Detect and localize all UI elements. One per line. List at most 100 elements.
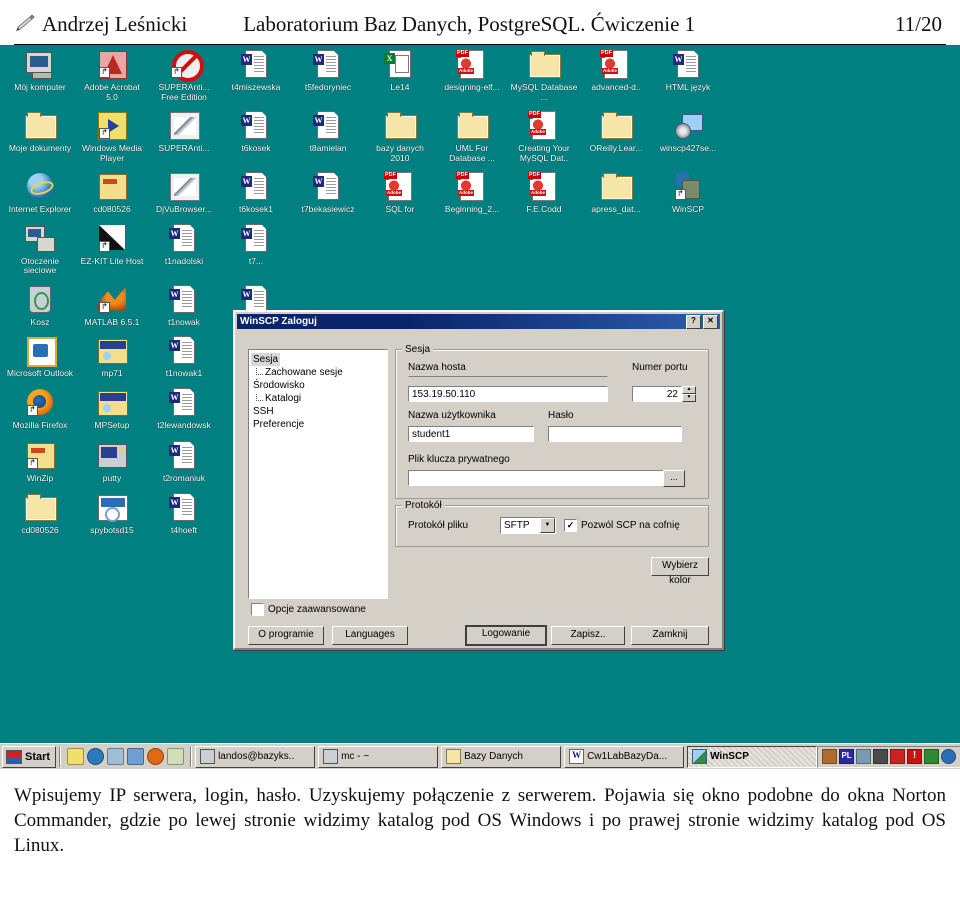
save-button[interactable]: Zapisz.. (551, 626, 625, 645)
desktop-icon-kosz[interactable]: Kosz (6, 284, 74, 328)
desktop-icon-t8amielan[interactable]: Wt8amielan (294, 110, 362, 163)
desktop-icon-m-j-komputer[interactable]: Mój komputer (6, 49, 74, 102)
advanced-options-checkbox[interactable]: Opcje zaawansowane (251, 603, 366, 616)
desktop-icon-designing-elf[interactable]: PDF Adobe designing-elf... (438, 49, 506, 102)
tree-item[interactable]: Katalogi (251, 392, 385, 405)
taskbar-button[interactable]: mc - ~ (318, 745, 439, 768)
desktop-icon-t4miszewska[interactable]: Wt4miszewska (222, 49, 290, 102)
allow-scp-checkbox[interactable]: ✓ Pozwól SCP na cofnię (564, 519, 680, 532)
desktop-icon-t4hoeft[interactable]: Wt4hoeft (150, 492, 218, 545)
allow-scp-checkbox-box[interactable]: ✓ (564, 519, 577, 532)
taskbar-button[interactable]: landos@bazyks.. (195, 745, 316, 768)
desktop-icon-mysql-database[interactable]: MySQL Database ... (510, 49, 578, 102)
antivirus-shield-icon[interactable] (941, 749, 957, 764)
media-player-icon[interactable] (67, 748, 85, 765)
desktop-icon-djvubrowser[interactable]: DjVuBrowser... (150, 171, 218, 215)
desktop-icon-adobe-acrobat-5-0[interactable]: ↱ Adobe Acrobat 5.0 (78, 49, 146, 102)
desktop-icon-oreilly-lear[interactable]: OReilly.Lear... (582, 110, 650, 163)
help-button[interactable]: ? (686, 314, 701, 329)
desktop-icon-t6kosek[interactable]: Wt6kosek (222, 110, 290, 163)
desktop-icon-t1nadolski[interactable]: Wt1nadolski (150, 223, 218, 276)
outlook-express-icon[interactable] (127, 748, 145, 765)
desktop-icon-mpsetup[interactable]: MPSetup (78, 387, 146, 431)
about-button[interactable]: O programie (248, 626, 324, 645)
desktop-icon-f-e-codd[interactable]: PDF Adobe F.E.Codd (510, 171, 578, 215)
desktop-icon-winzip[interactable]: ↱ WinZip (6, 440, 74, 484)
username-input[interactable]: student1 (408, 426, 534, 442)
show-desktop-icon[interactable] (107, 748, 125, 765)
host-input[interactable]: 153.19.50.110 (408, 386, 608, 402)
port-stepper[interactable]: ▲ ▼ (682, 386, 696, 402)
desktop-icon-apress-dat[interactable]: apress_dat... (582, 171, 650, 215)
start-button[interactable]: Start (2, 745, 57, 768)
internet-explorer-icon[interactable] (87, 748, 105, 765)
desktop-icon-html-j-zyk[interactable]: W HTML język (654, 49, 722, 102)
close-icon[interactable]: ✕ (703, 314, 718, 329)
task-list[interactable]: landos@bazyks.. mc - ~ Bazy Danych W Cw1LabB… (195, 745, 818, 768)
taskbar-button[interactable]: W Cw1LabBazyDa... (564, 745, 685, 768)
system-tray[interactable]: PL! 16:31 (817, 745, 960, 768)
chevron-down-icon[interactable]: ▼ (540, 518, 555, 533)
desktop-icon-cd080526[interactable]: cd080526 (78, 171, 146, 215)
tree-item[interactable]: Zachowane sesje (251, 366, 385, 379)
port-input[interactable]: 22 (632, 386, 682, 402)
keyfile-input[interactable] (408, 470, 682, 486)
firefox-icon[interactable] (147, 748, 165, 765)
keyfile-browse-button[interactable]: ... (663, 470, 685, 487)
desktop-icon-mp71[interactable]: mp71 (78, 335, 146, 379)
tree-item[interactable]: Środowisko (251, 379, 385, 392)
desktop-icon-t1nowak1[interactable]: Wt1nowak1 (150, 335, 218, 379)
desktop-icon-superanti[interactable]: SUPERAnti... (150, 110, 218, 163)
desktop-icon-matlab-6-5-1[interactable]: ↱ MATLAB 6.5.1 (78, 284, 146, 328)
desktop-icon-t7bekasiewicz[interactable]: Wt7bekasiewicz (294, 171, 362, 215)
login-button[interactable]: Logowanie (465, 625, 547, 646)
tree-item[interactable]: SSH (251, 405, 385, 418)
desktop-icon-moje-dokumenty[interactable]: Moje dokumenty (6, 110, 74, 163)
desktop-icon-internet-explorer[interactable]: Internet Explorer (6, 171, 74, 215)
desktop-icon-sql-for[interactable]: PDF Adobe SQL for (366, 171, 434, 215)
dialog-titlebar[interactable]: WinSCP Zaloguj ? ✕ (237, 314, 720, 329)
network-connection-icon[interactable] (822, 749, 838, 764)
port-stepper-down[interactable]: ▼ (682, 394, 696, 402)
close-button[interactable]: Zamknij (631, 626, 709, 645)
monitor-icon[interactable] (856, 749, 872, 764)
notepad-icon[interactable] (167, 748, 185, 765)
desktop-icon-creating-your-mysql-dat[interactable]: PDF Adobe Creating Your MySQL Dat.. (510, 110, 578, 163)
tree-item[interactable]: Sesja (251, 353, 281, 366)
desktop-icon-winscp427se[interactable]: winscp427se... (654, 110, 722, 163)
desktop-icon-windows-media-player[interactable]: ↱ Windows Media Player (78, 110, 146, 163)
desktop-icon-putty[interactable]: putty (78, 440, 146, 484)
desktop-icon-t1nowak[interactable]: Wt1nowak (150, 284, 218, 328)
desktop-icon-t2lewandowsk[interactable]: Wt2lewandowsk (150, 387, 218, 431)
desktop-icon-le14[interactable]: X Le14 (366, 49, 434, 102)
desktop-icon-microsoft-outlook[interactable]: Microsoft Outlook (6, 335, 74, 379)
password-input[interactable] (548, 426, 682, 442)
settings-tree[interactable]: Sesja Zachowane sesje Środowisko Katalogi SS… (248, 349, 388, 599)
languages-button[interactable]: Languages (332, 626, 408, 645)
warning-icon[interactable]: ! (907, 749, 923, 764)
taskbar-button[interactable]: Bazy Danych (441, 745, 562, 768)
desktop-icon-cd080526[interactable]: cd080526 (6, 492, 74, 545)
taskbar-button[interactable]: WinSCP (687, 745, 818, 768)
desktop-icon-advanced-d[interactable]: PDF Adobe advanced-d.. (582, 49, 650, 102)
desktop-icon-mozilla-firefox[interactable]: ↱ Mozilla Firefox (6, 387, 74, 431)
desktop-icon-superanti-free-edition[interactable]: ↱ SUPERAnti... Free Edition (150, 49, 218, 102)
spybot-resident-icon[interactable] (924, 749, 940, 764)
desktop-icon-t5fedoryniec[interactable]: Wt5fedoryniec (294, 49, 362, 102)
pl-keyboard-layout-icon[interactable]: PL (839, 749, 855, 764)
quick-launch-bar[interactable] (64, 748, 187, 765)
desktop-icon-winscp[interactable]: ↱ WinSCP (654, 171, 722, 215)
file-protocol-select[interactable]: SFTP ▼ (500, 517, 556, 534)
desktop-icon-ez-kit-lite-host[interactable]: ↱ EZ-KIT Lite Host (78, 223, 146, 276)
volume-icon[interactable] (873, 749, 889, 764)
desktop-icon-t2romaniuk[interactable]: Wt2romaniuk (150, 440, 218, 484)
desktop-icon-spybotsd15[interactable]: spybotsd15 (78, 492, 146, 545)
select-color-button[interactable]: Wybierz kolor (651, 557, 709, 586)
desktop-icon-otoczenie-sieciowe[interactable]: Otoczenie sieciowe (6, 223, 74, 276)
desktop-icon-t6kosek1[interactable]: Wt6kosek1 (222, 171, 290, 215)
safely-remove-hardware-icon[interactable] (890, 749, 906, 764)
desktop-icon-beginning-2[interactable]: PDF Adobe Beginning_2... (438, 171, 506, 215)
advanced-options-checkbox-box[interactable] (251, 603, 264, 616)
desktop-icon-t7[interactable]: Wt7... (222, 223, 290, 276)
desktop-icon-bazy-danych-2010[interactable]: bazy danych 2010 (366, 110, 434, 163)
